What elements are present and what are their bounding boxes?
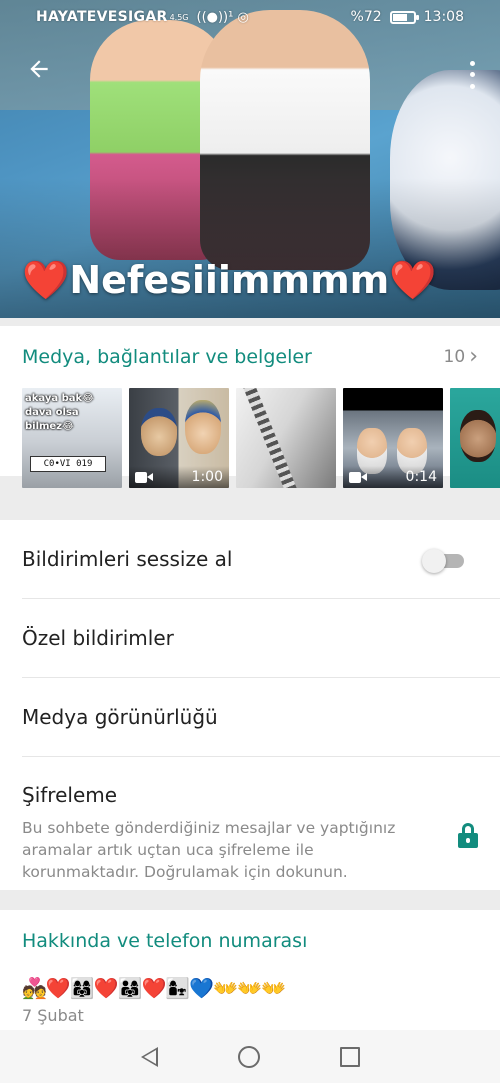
battery-percent: %72 <box>350 9 382 25</box>
license-plate: C0•VI 019 <box>30 456 106 472</box>
mute-notifications-label: Bildirimleri sessize al <box>22 547 233 571</box>
media-count[interactable]: 10 › <box>443 344 478 369</box>
encryption-row[interactable]: Şifreleme Bu sohbete gönderdiğiniz mesaj… <box>22 757 500 890</box>
nav-back-icon[interactable] <box>140 1046 158 1067</box>
video-camera-icon <box>135 471 153 483</box>
encryption-label: Şifreleme <box>22 783 118 807</box>
carrier-name: HAYATEVESIGAR <box>36 9 168 25</box>
video-duration: 0:14 <box>405 469 437 485</box>
mute-notifications-row[interactable]: Bildirimleri sessize al <box>22 520 500 599</box>
battery-icon <box>389 10 419 24</box>
media-thumbnails: akaya bak😂 dava olsa bilmez😂 C0•VI 019 1… <box>22 388 500 488</box>
video-duration: 1:00 <box>191 469 223 485</box>
thumbnail-caption: bilmez😂 <box>25 421 74 432</box>
chevron-right-icon: › <box>469 344 478 369</box>
about-status: 💑❤️👩‍👩‍👧❤️👨‍👩‍👧❤️👩‍👧💙👐👐👐 <box>22 976 286 1000</box>
about-section: Hakkında ve telefon numarası 💑❤️👩‍👩‍👧❤️👨… <box>0 910 500 1030</box>
media-count-value: 10 <box>443 347 466 367</box>
more-options-button[interactable] <box>464 58 480 92</box>
nav-recents-icon[interactable] <box>339 1046 360 1067</box>
media-thumbnail-video[interactable]: 1:00 <box>129 388 229 488</box>
video-badge: 1:00 <box>129 466 229 488</box>
chat-settings: Bildirimleri sessize al Özel bildirimler… <box>0 520 500 890</box>
thumbnail-figure <box>460 410 496 462</box>
thumbnail-chain <box>242 388 302 488</box>
thumbnail-figure <box>185 400 221 454</box>
nav-home-icon[interactable] <box>237 1045 260 1068</box>
about-title: Hakkında ve telefon numarası <box>22 930 308 952</box>
media-visibility-label: Medya görünürlüğü <box>22 705 218 729</box>
contact-name: ❤️Nefesiiimmmm❤️ <box>22 258 437 302</box>
media-section: Medya, bağlantılar ve belgeler 10 › akay… <box>0 326 500 488</box>
thumbnail-caption: akaya bak😂 <box>25 393 94 404</box>
media-header[interactable]: Medya, bağlantılar ve belgeler 10 › <box>0 326 500 388</box>
media-thumbnail-video[interactable]: 0:14 <box>343 388 443 488</box>
media-title: Medya, bağlantılar ve belgeler <box>22 346 312 368</box>
status-bar: HAYATEVESIGAR 4.5G ((●))¹ ◎ %72 13:08 <box>0 0 500 34</box>
toggle-knob <box>422 549 446 573</box>
network-type: 4.5G <box>169 12 189 22</box>
media-thumbnail-image[interactable]: akaya bak😂 dava olsa bilmez😂 C0•VI 019 <box>22 388 122 488</box>
thumbnail-figure <box>141 408 177 456</box>
custom-notifications-label: Özel bildirimler <box>22 626 174 650</box>
mute-toggle[interactable] <box>422 548 468 573</box>
arrow-left-icon <box>30 60 48 78</box>
video-badge: 0:14 <box>343 466 443 488</box>
encryption-description: Bu sohbete gönderdiğiniz mesajlar ve yap… <box>22 819 396 881</box>
custom-notifications-row[interactable]: Özel bildirimler <box>22 599 500 678</box>
lock-icon <box>458 823 478 849</box>
clock: 13:08 <box>423 9 464 25</box>
system-navigation-bar <box>0 1030 500 1083</box>
more-vertical-icon <box>469 61 475 67</box>
thumbnail-caption: dava olsa <box>25 407 79 418</box>
signal-icon: ((●))¹ ◎ <box>196 9 249 25</box>
media-thumbnail-image[interactable] <box>236 388 336 488</box>
about-date: 7 Şubat <box>22 1006 84 1025</box>
back-button[interactable] <box>22 56 56 90</box>
media-visibility-row[interactable]: Medya görünürlüğü <box>22 678 500 757</box>
media-thumbnail-image[interactable] <box>450 388 500 488</box>
video-camera-icon <box>349 471 367 483</box>
